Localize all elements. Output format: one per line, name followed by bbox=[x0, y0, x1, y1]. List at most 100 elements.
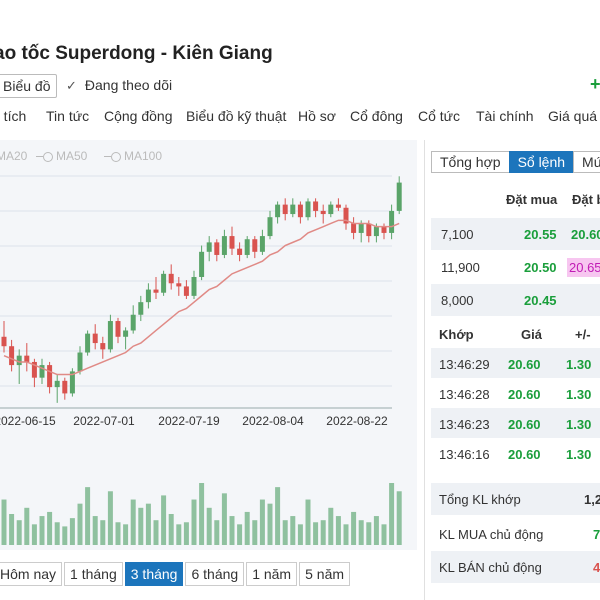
match-change: 1.30 bbox=[566, 387, 592, 402]
x-tick-label: 2022-08-04 bbox=[242, 414, 304, 428]
candle-body bbox=[267, 217, 273, 237]
period-today[interactable]: Hôm nay bbox=[0, 562, 63, 586]
volume-bar bbox=[161, 495, 167, 545]
volume-bar bbox=[328, 507, 334, 545]
right-tabs: Tổng hợp Sổ lệnh Mức bbox=[431, 151, 600, 173]
match-row: 13:46:28 20.60 1.30 bbox=[431, 378, 600, 410]
tab-orderbook[interactable]: Sổ lệnh bbox=[508, 151, 575, 173]
volume-bar bbox=[115, 522, 121, 545]
candle-body bbox=[305, 201, 311, 218]
volume-bar bbox=[259, 499, 265, 545]
bid-volume: 8,000 bbox=[441, 293, 474, 308]
volume-bar bbox=[221, 493, 227, 545]
tab-finance[interactable]: Tài chính bbox=[476, 108, 534, 124]
orderbook-row: 11,900 20.50 20.65 bbox=[431, 251, 600, 283]
bid-volume: 7,100 bbox=[441, 227, 474, 242]
tab-profile[interactable]: Hồ sơ bbox=[298, 108, 336, 124]
candle-body bbox=[54, 380, 60, 388]
tab-shareholders[interactable]: Cổ đông bbox=[350, 108, 403, 124]
ask-price: 20.60 bbox=[571, 227, 600, 242]
candle-body bbox=[313, 201, 319, 211]
candle-body bbox=[138, 302, 144, 315]
period-3-months[interactable]: 3 tháng bbox=[124, 562, 184, 586]
tab-summary[interactable]: Tổng hợp bbox=[431, 151, 510, 173]
volume-bar bbox=[77, 503, 83, 545]
candle-body bbox=[199, 251, 205, 277]
volume-bar bbox=[9, 514, 15, 545]
volume-bar bbox=[366, 522, 372, 545]
x-tick-label: 2022-07-01 bbox=[73, 414, 135, 428]
tab-dividends[interactable]: Cổ tức bbox=[418, 108, 460, 124]
tab-news[interactable]: Tin tức bbox=[46, 108, 89, 124]
chart-button[interactable]: Biểu đồ bbox=[0, 74, 58, 98]
bid-volume: 11,900 bbox=[441, 260, 480, 275]
volume-bar bbox=[199, 483, 205, 545]
volume-bar bbox=[145, 503, 151, 545]
x-tick-label: 2022-07-19 bbox=[158, 414, 220, 428]
match-time: 13:46:23 bbox=[439, 417, 490, 432]
candle-body bbox=[145, 289, 151, 303]
volume-bar bbox=[153, 520, 159, 545]
summary-active-buy: KL MUA chủ động 7 bbox=[431, 518, 600, 550]
candle-body bbox=[229, 236, 235, 249]
volume-bar bbox=[343, 524, 349, 545]
match-time: 13:46:29 bbox=[439, 357, 490, 372]
candle-body bbox=[168, 273, 174, 284]
volume-bar bbox=[39, 516, 45, 545]
match-change: 1.30 bbox=[566, 357, 592, 372]
candle-body bbox=[24, 355, 30, 362]
candle-body bbox=[191, 276, 197, 296]
period-selector: Hôm nay 1 tháng 3 tháng 6 tháng 1 năm 5 … bbox=[0, 562, 352, 586]
summary-label: KL BÁN chủ động bbox=[439, 560, 542, 575]
match-time: 13:46:16 bbox=[439, 447, 490, 462]
candle-body bbox=[62, 380, 68, 394]
candle-body bbox=[161, 273, 167, 293]
tab-level[interactable]: Mức bbox=[573, 151, 600, 173]
period-5-years[interactable]: 5 năm bbox=[299, 562, 351, 586]
volume-bar bbox=[229, 516, 235, 545]
period-6-months[interactable]: 6 tháng bbox=[185, 562, 245, 586]
tab-analysis[interactable]: n tích bbox=[0, 108, 26, 124]
summary-label: KL MUA chủ động bbox=[439, 527, 544, 542]
candle-body bbox=[275, 204, 281, 218]
candle-body bbox=[214, 242, 220, 255]
check-icon: ✓ bbox=[66, 78, 77, 93]
add-icon[interactable]: + bbox=[590, 74, 600, 95]
volume-bar bbox=[320, 520, 326, 545]
summary-value: 7 bbox=[593, 527, 600, 542]
volume-bar bbox=[62, 526, 68, 545]
volume-bar bbox=[313, 522, 319, 545]
match-change: 1.30 bbox=[566, 417, 592, 432]
volume-bar bbox=[92, 516, 98, 545]
volume-bar bbox=[275, 487, 281, 545]
candle-body bbox=[381, 226, 387, 233]
volume-bar bbox=[267, 503, 273, 545]
tab-community[interactable]: Cộng đồng bbox=[104, 108, 173, 124]
volume-bar bbox=[244, 511, 250, 545]
tab-technical-chart[interactable]: Biểu đồ kỹ thuật bbox=[186, 108, 286, 124]
volume-bar bbox=[381, 524, 387, 545]
volume-bar bbox=[297, 524, 303, 545]
volume-bar bbox=[389, 483, 395, 545]
bid-price: 20.45 bbox=[524, 293, 557, 308]
candle-body bbox=[358, 223, 364, 233]
volume-bar bbox=[282, 520, 288, 545]
period-1-year[interactable]: 1 năm bbox=[246, 562, 298, 586]
period-1-month[interactable]: 1 tháng bbox=[64, 562, 123, 586]
tab-price-history[interactable]: Giá quá k bbox=[548, 108, 600, 124]
match-time-header: Khớp bbox=[439, 327, 474, 342]
volume-bar bbox=[69, 518, 75, 545]
match-row: 13:46:16 20.60 1.30 bbox=[431, 438, 600, 470]
main-tabs: n tích Tin tức Cộng đồng Biểu đồ kỹ thuậ… bbox=[0, 108, 600, 130]
candle-body bbox=[237, 248, 243, 255]
candle-body bbox=[130, 314, 136, 331]
candle-body bbox=[16, 355, 22, 366]
match-row: 13:46:29 20.60 1.30 bbox=[431, 348, 600, 380]
candle-body bbox=[328, 204, 334, 215]
follow-button[interactable]: ✓ Đang theo dõi bbox=[66, 77, 172, 94]
candle-body bbox=[1, 336, 7, 347]
summary-label: Tổng KL khớp bbox=[439, 492, 521, 507]
volume-bar bbox=[16, 520, 22, 545]
volume-bar bbox=[252, 520, 258, 545]
price-chart[interactable]: 2022-06-15 2022-07-01 2022-07-19 2022-08-04… bbox=[0, 140, 417, 550]
